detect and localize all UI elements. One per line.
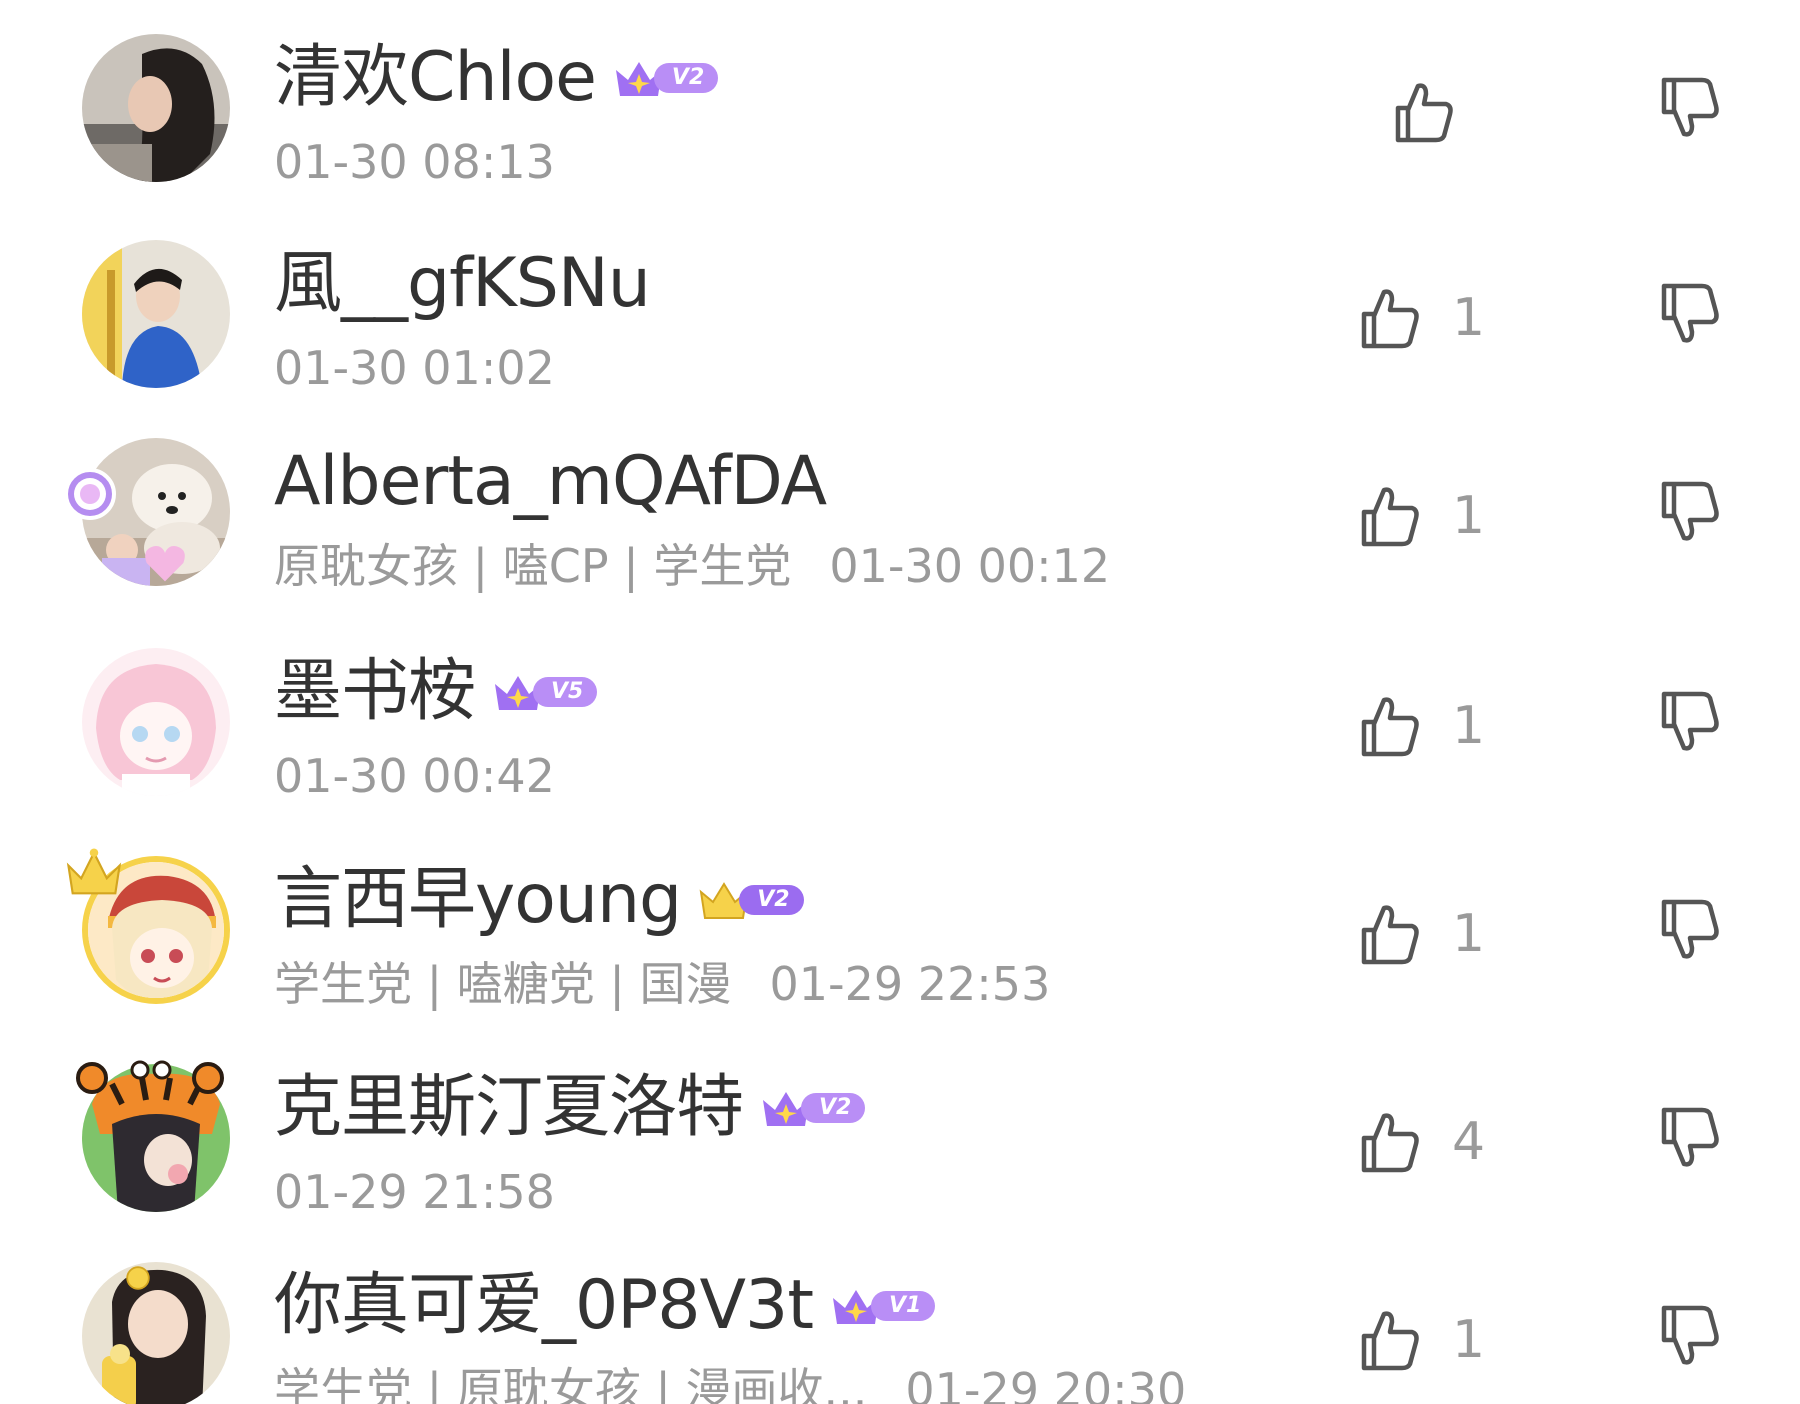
thumbs-up-icon[interactable] — [1354, 480, 1426, 552]
meta-row: 原耽女孩 | 嗑CP | 学生党 01-30 00:12 — [274, 538, 1110, 594]
comment-item: 風__gfKSNu 01-30 01:02 1 — [0, 240, 1800, 400]
comment-list: 清欢Chloe V2 01-30 08:13 風__gfKSNu 01-30 0… — [0, 0, 1800, 1404]
name-row: Alberta_mQAfDA — [274, 442, 827, 522]
meta-row: 01-30 08:13 — [274, 134, 555, 190]
comment-time: 01-30 08:13 — [274, 135, 555, 189]
username[interactable]: 墨书桉 — [274, 652, 476, 732]
name-row: 克里斯汀夏洛特 V2 — [274, 1068, 866, 1148]
username[interactable]: 克里斯汀夏洛特 — [274, 1068, 744, 1148]
anime-girl-red-hat-avatar — [88, 862, 224, 998]
thumbs-down-icon[interactable] — [1654, 686, 1726, 758]
comment-time: 01-30 00:42 — [274, 749, 555, 803]
user-tags: 学生党 | 原耽女孩 | 漫画收... — [274, 1363, 868, 1404]
like-group[interactable]: 4 — [1354, 1102, 1485, 1182]
username[interactable]: 風__gfKSNu — [274, 244, 651, 324]
like-group[interactable] — [1388, 72, 1486, 152]
vip-badge: V2 — [697, 878, 804, 922]
comment-time: 01-29 22:53 — [769, 957, 1051, 1011]
thumbs-down-icon[interactable] — [1654, 476, 1726, 548]
comment-item: 克里斯汀夏洛特 V2 01-29 21:58 4 — [0, 1060, 1800, 1224]
name-row: 清欢Chloe V2 — [274, 38, 719, 118]
comment-item: 言西早young V2 学生党 | 嗑糖党 | 国漫 01-29 22:53 1 — [0, 848, 1800, 1016]
meta-row: 学生党 | 嗑糖党 | 国漫 01-29 22:53 — [274, 956, 1050, 1012]
avatar[interactable] — [82, 34, 230, 182]
name-row: 墨书桉 V5 — [274, 652, 598, 732]
comment-item: 墨书桉 V5 01-30 00:42 1 — [0, 648, 1800, 808]
name-row: 風__gfKSNu — [274, 244, 651, 324]
user-tags: 学生党 | 嗑糖党 | 国漫 — [274, 957, 732, 1011]
username[interactable]: 你真可爱_0P8V3t — [274, 1266, 814, 1346]
meta-row: 01-30 00:42 — [274, 748, 555, 804]
vip-level: V2 — [801, 1093, 866, 1123]
like-count: 1 — [1452, 1310, 1486, 1370]
thumbs-down-icon[interactable] — [1654, 278, 1726, 350]
like-count: 1 — [1452, 696, 1486, 756]
tiger-hat-character-avatar — [82, 1064, 230, 1212]
vip-level: V2 — [653, 63, 719, 93]
thumbs-up-icon[interactable] — [1354, 690, 1426, 762]
vip-badge: V1 — [829, 1284, 936, 1328]
meta-row: 01-29 21:58 — [274, 1164, 555, 1220]
vip-level: V5 — [533, 677, 598, 707]
username[interactable]: 清欢Chloe — [274, 38, 597, 118]
thumbs-up-icon[interactable] — [1388, 76, 1460, 148]
vip-badge: V5 — [491, 670, 598, 714]
like-count: 1 — [1452, 904, 1486, 964]
avatar[interactable] — [82, 648, 230, 796]
meta-row: 学生党 | 原耽女孩 | 漫画收... 01-29 20:30 — [274, 1362, 1186, 1404]
comment-time: 01-29 21:58 — [274, 1165, 555, 1219]
name-row: 言西早young V2 — [274, 860, 804, 940]
thumbs-up-icon[interactable] — [1354, 282, 1426, 354]
comment-item: Alberta_mQAfDA 原耽女孩 | 嗑CP | 学生党 01-30 00:… — [0, 438, 1800, 598]
vip-level: V1 — [870, 1291, 936, 1321]
thumbs-down-icon[interactable] — [1654, 1102, 1726, 1174]
avatar[interactable] — [82, 438, 230, 586]
username[interactable]: Alberta_mQAfDA — [274, 442, 827, 522]
man-blue-jacket-photo-avatar — [82, 240, 230, 388]
thumbs-up-icon[interactable] — [1354, 1106, 1426, 1178]
meta-row: 01-30 01:02 — [274, 340, 555, 396]
vip-level: V2 — [739, 885, 804, 915]
comment-time: 01-30 00:12 — [829, 539, 1111, 593]
like-group[interactable]: 1 — [1354, 894, 1485, 974]
thumbs-down-icon[interactable] — [1654, 72, 1726, 144]
comment-time: 01-30 01:02 — [274, 341, 555, 395]
avatar[interactable] — [82, 1262, 230, 1404]
white-dog-photo-avatar — [82, 438, 230, 586]
thumbs-up-icon[interactable] — [1354, 1304, 1426, 1376]
woman-profile-photo-avatar — [82, 34, 230, 182]
user-tags: 原耽女孩 | 嗑CP | 学生党 — [274, 539, 792, 593]
vip-badge: V2 — [759, 1086, 866, 1130]
girl-drink-photo-avatar — [82, 1262, 230, 1404]
like-group[interactable]: 1 — [1354, 278, 1485, 358]
like-count: 4 — [1452, 1112, 1486, 1172]
pink-anime-girl-avatar — [82, 648, 230, 796]
thumbs-down-icon[interactable] — [1654, 1300, 1726, 1372]
like-group[interactable]: 1 — [1354, 476, 1485, 556]
name-row: 你真可爱_0P8V3t V1 — [274, 1266, 936, 1346]
like-group[interactable]: 1 — [1354, 686, 1485, 766]
username[interactable]: 言西早young — [274, 860, 682, 940]
avatar[interactable] — [82, 1064, 230, 1212]
comment-item: 你真可爱_0P8V3t V1 学生党 | 原耽女孩 | 漫画收... 01-29 … — [0, 1262, 1800, 1404]
avatar[interactable] — [82, 856, 230, 1004]
comment-item: 清欢Chloe V2 01-30 08:13 — [0, 34, 1800, 194]
avatar[interactable] — [82, 240, 230, 388]
like-count: 1 — [1452, 486, 1486, 546]
like-group[interactable]: 1 — [1354, 1300, 1485, 1380]
like-count: 1 — [1452, 288, 1486, 348]
thumbs-down-icon[interactable] — [1654, 894, 1726, 966]
comment-time: 01-29 20:30 — [905, 1363, 1187, 1404]
thumbs-up-icon[interactable] — [1354, 898, 1426, 970]
vip-badge: V2 — [612, 56, 719, 100]
